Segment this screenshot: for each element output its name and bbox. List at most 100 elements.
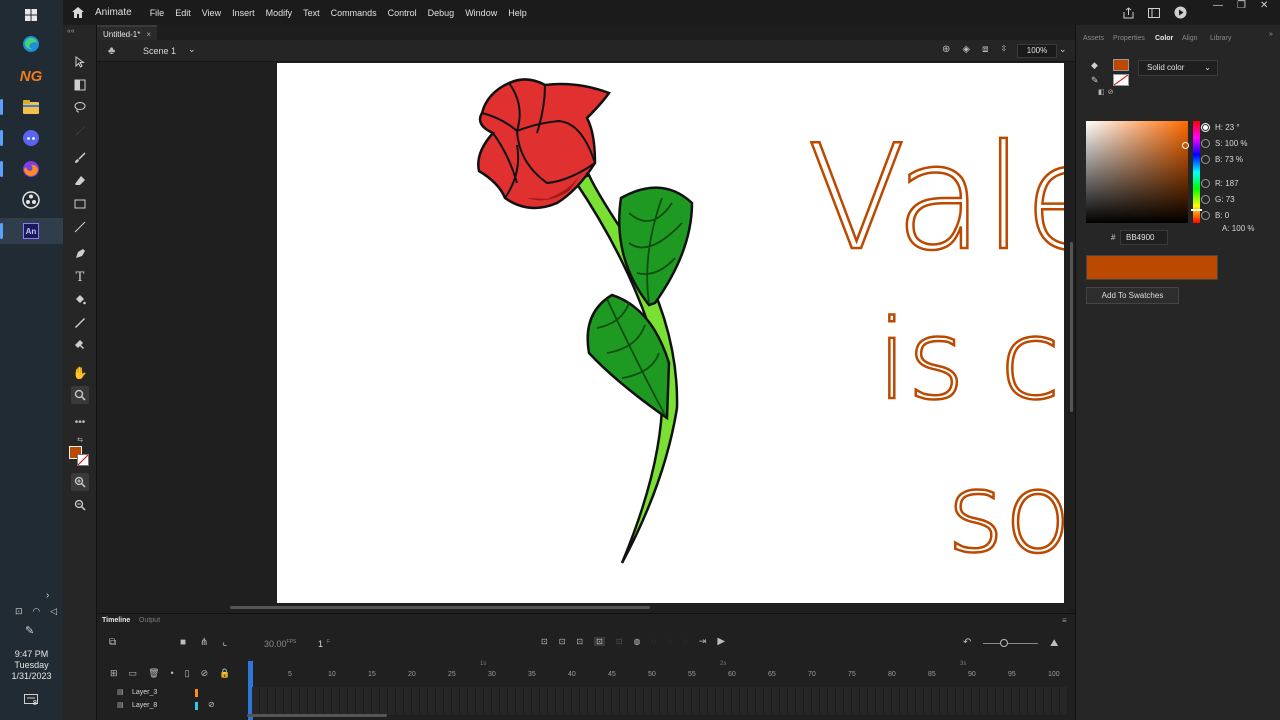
green-radio[interactable]	[1201, 195, 1210, 204]
taskbar-clock[interactable]: 9:47 PM Tuesday 1/31/2023	[0, 649, 63, 682]
pencil-tool-icon[interactable]: ／	[71, 121, 89, 139]
pen-tool-icon[interactable]	[71, 245, 89, 263]
play-icon[interactable]: ▶	[717, 636, 725, 647]
green-value[interactable]: 73	[1226, 195, 1235, 204]
add-to-swatches-button[interactable]: Add To Swatches	[1086, 287, 1179, 304]
edge-browser-icon[interactable]	[18, 31, 44, 57]
layer-name[interactable]: Layer_8	[132, 702, 157, 709]
new-folder-icon[interactable]: ▭	[129, 668, 138, 679]
camera-icon[interactable]: ■	[180, 637, 186, 648]
file-explorer-icon[interactable]	[18, 94, 44, 120]
menu-window[interactable]: Window	[465, 8, 497, 18]
zoom-stepper-icon[interactable]: ⇳	[1000, 44, 1007, 55]
insert-frame-icon[interactable]: ⇥	[699, 636, 707, 647]
hue-slider[interactable]	[1191, 121, 1202, 223]
alpha-value[interactable]: 100 %	[1232, 224, 1255, 233]
windows-start-icon[interactable]	[18, 2, 44, 28]
asset-warp-tool-icon[interactable]	[71, 336, 89, 354]
red-value[interactable]: 187	[1225, 179, 1238, 188]
panel-menu-icon[interactable]: »	[1269, 31, 1273, 38]
clip-content-icon[interactable]: ◈	[962, 44, 970, 55]
frame-ruler[interactable]: 1s 2s 3s 5 10 15 20 25 30 35 40 45 50 55 60 65 70 75 80…	[252, 660, 1067, 680]
pen-input-icon[interactable]: ✎	[25, 624, 34, 637]
fps-value[interactable]: 30.00	[264, 639, 287, 649]
zoom-out-icon[interactable]	[71, 496, 89, 514]
timeline-horizontal-scroll-thumb[interactable]	[247, 714, 387, 717]
stroke-color-chip[interactable]	[1113, 74, 1129, 86]
frame-span-slider-handle[interactable]	[1000, 639, 1008, 647]
saturation-brightness-field[interactable]	[1086, 121, 1189, 223]
zoom-level-field[interactable]: 100%	[1017, 44, 1057, 58]
layer-name[interactable]: Layer_3	[132, 689, 157, 696]
line-tool-icon[interactable]	[71, 218, 89, 236]
tab-assets[interactable]: Assets	[1083, 35, 1104, 42]
current-frame-value[interactable]: 1	[318, 639, 323, 649]
volume-icon[interactable]: ◁	[50, 606, 57, 617]
tab-library[interactable]: Library	[1210, 35, 1231, 42]
menu-text[interactable]: Text	[303, 8, 320, 18]
menu-view[interactable]: View	[202, 8, 221, 18]
blue-value[interactable]: 0	[1225, 211, 1229, 220]
menu-help[interactable]: Help	[508, 8, 527, 18]
rectangle-tool-icon[interactable]	[71, 195, 89, 213]
brightness-radio[interactable]	[1201, 155, 1210, 164]
hand-tool-icon[interactable]: ✋	[71, 364, 89, 382]
black-white-icon[interactable]: ◧	[1098, 88, 1105, 96]
workspace-layout-icon[interactable]	[1148, 7, 1160, 20]
adobe-animate-app-icon[interactable]: An	[18, 218, 44, 244]
share-icon[interactable]	[1123, 6, 1134, 21]
fill-type-select[interactable]: Solid color ⌄	[1138, 60, 1218, 76]
test-movie-play-icon[interactable]	[1174, 6, 1187, 21]
fit-stage-icon[interactable]: ⧈	[982, 44, 988, 55]
close-window-icon[interactable]: ✕	[1260, 0, 1268, 11]
delete-layer-icon[interactable]: 🗑	[148, 668, 159, 679]
new-layer-icon[interactable]: ⊞	[110, 668, 118, 679]
hidden-layer-icon[interactable]: ⊘	[208, 700, 215, 709]
collapse-panel-icon[interactable]: ««	[67, 28, 75, 35]
restore-icon[interactable]: ❐	[1237, 0, 1246, 11]
saturation-value[interactable]: 100 %	[1225, 139, 1248, 148]
hue-value[interactable]: 23 °	[1225, 123, 1239, 132]
layer-row[interactable]: ▤ Layer_3	[97, 687, 248, 699]
eyedropper-tool-icon[interactable]	[71, 314, 89, 332]
tab-properties[interactable]: Properties	[1113, 35, 1145, 42]
hue-radio[interactable]	[1201, 123, 1210, 132]
layer-color-tag[interactable]	[195, 702, 198, 710]
menu-file[interactable]: File	[150, 8, 165, 18]
lasso-tool-icon[interactable]	[71, 98, 89, 116]
horizontal-scroll-thumb[interactable]	[230, 606, 650, 609]
zoom-in-icon[interactable]	[71, 473, 89, 491]
layer-color-tag[interactable]	[195, 689, 198, 697]
text-tool-icon[interactable]: T	[71, 268, 89, 286]
saturation-radio[interactable]	[1201, 139, 1210, 148]
hex-color-input[interactable]: BB4900	[1120, 230, 1168, 245]
lock-layer-icon[interactable]: 🔒	[219, 668, 230, 679]
graph-editor-icon[interactable]: ⌞	[222, 637, 227, 648]
gradient-transform-tool-icon[interactable]	[71, 76, 89, 94]
scene-dropdown-chevron-down-icon[interactable]: ⌄	[188, 44, 196, 55]
step-back-icon[interactable]: ⊡	[576, 637, 583, 646]
obs-studio-icon[interactable]	[18, 187, 44, 213]
stroke-color-swatch[interactable]	[77, 454, 89, 466]
layers-icon[interactable]: ⧉	[109, 637, 116, 648]
fill-color-chip[interactable]	[1113, 59, 1129, 71]
red-radio[interactable]	[1201, 179, 1210, 188]
menu-debug[interactable]: Debug	[428, 8, 455, 18]
rose-drawing[interactable]: Vale is co soo	[277, 63, 1064, 603]
scene-name[interactable]: Scene 1	[143, 46, 176, 56]
brush-tool-icon[interactable]	[71, 149, 89, 167]
firefox-icon[interactable]	[18, 156, 44, 182]
loop-icon[interactable]: ⊡	[594, 637, 605, 646]
blue-radio[interactable]	[1201, 211, 1210, 220]
menu-edit[interactable]: Edit	[175, 8, 191, 18]
menu-insert[interactable]: Insert	[232, 8, 255, 18]
pasteboard[interactable]: Vale is co soo	[97, 62, 1069, 607]
paint-bucket-tool-icon[interactable]	[71, 291, 89, 309]
frame-span-slider[interactable]	[983, 639, 1038, 647]
highlight-layer-icon[interactable]: •	[171, 668, 174, 679]
layer-parenting-icon[interactable]: ⋔	[200, 637, 208, 648]
vertical-scroll-thumb[interactable]	[1070, 242, 1073, 412]
close-tab-icon[interactable]: ×	[146, 27, 151, 40]
stage-text-line-1[interactable]: Vale	[806, 113, 1064, 285]
timeline-menu-icon[interactable]: ≡	[1062, 616, 1067, 625]
